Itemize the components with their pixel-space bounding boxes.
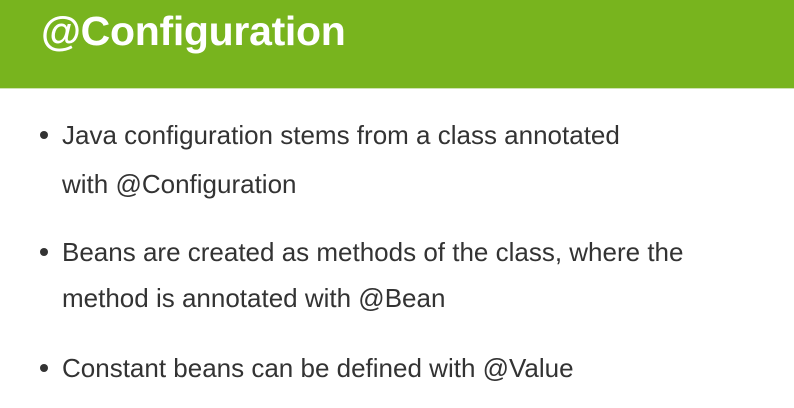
bullet-text: Beans are created as methods of the clas… [62,237,684,267]
slide-header: @Configuration [0,0,794,89]
bullet-text: Constant beans can be defined with @Valu… [62,353,574,383]
bullet-dot-icon [40,364,48,372]
slide-title: @Configuration [41,8,346,54]
bullet-dot-icon [40,248,48,256]
bullet-text: method is annotated with @Bean [62,283,446,313]
bullet-text: with @Configuration [62,169,297,199]
bullet-dot-icon [40,131,48,139]
bullet-text: Java configuration stems from a class an… [62,120,620,150]
